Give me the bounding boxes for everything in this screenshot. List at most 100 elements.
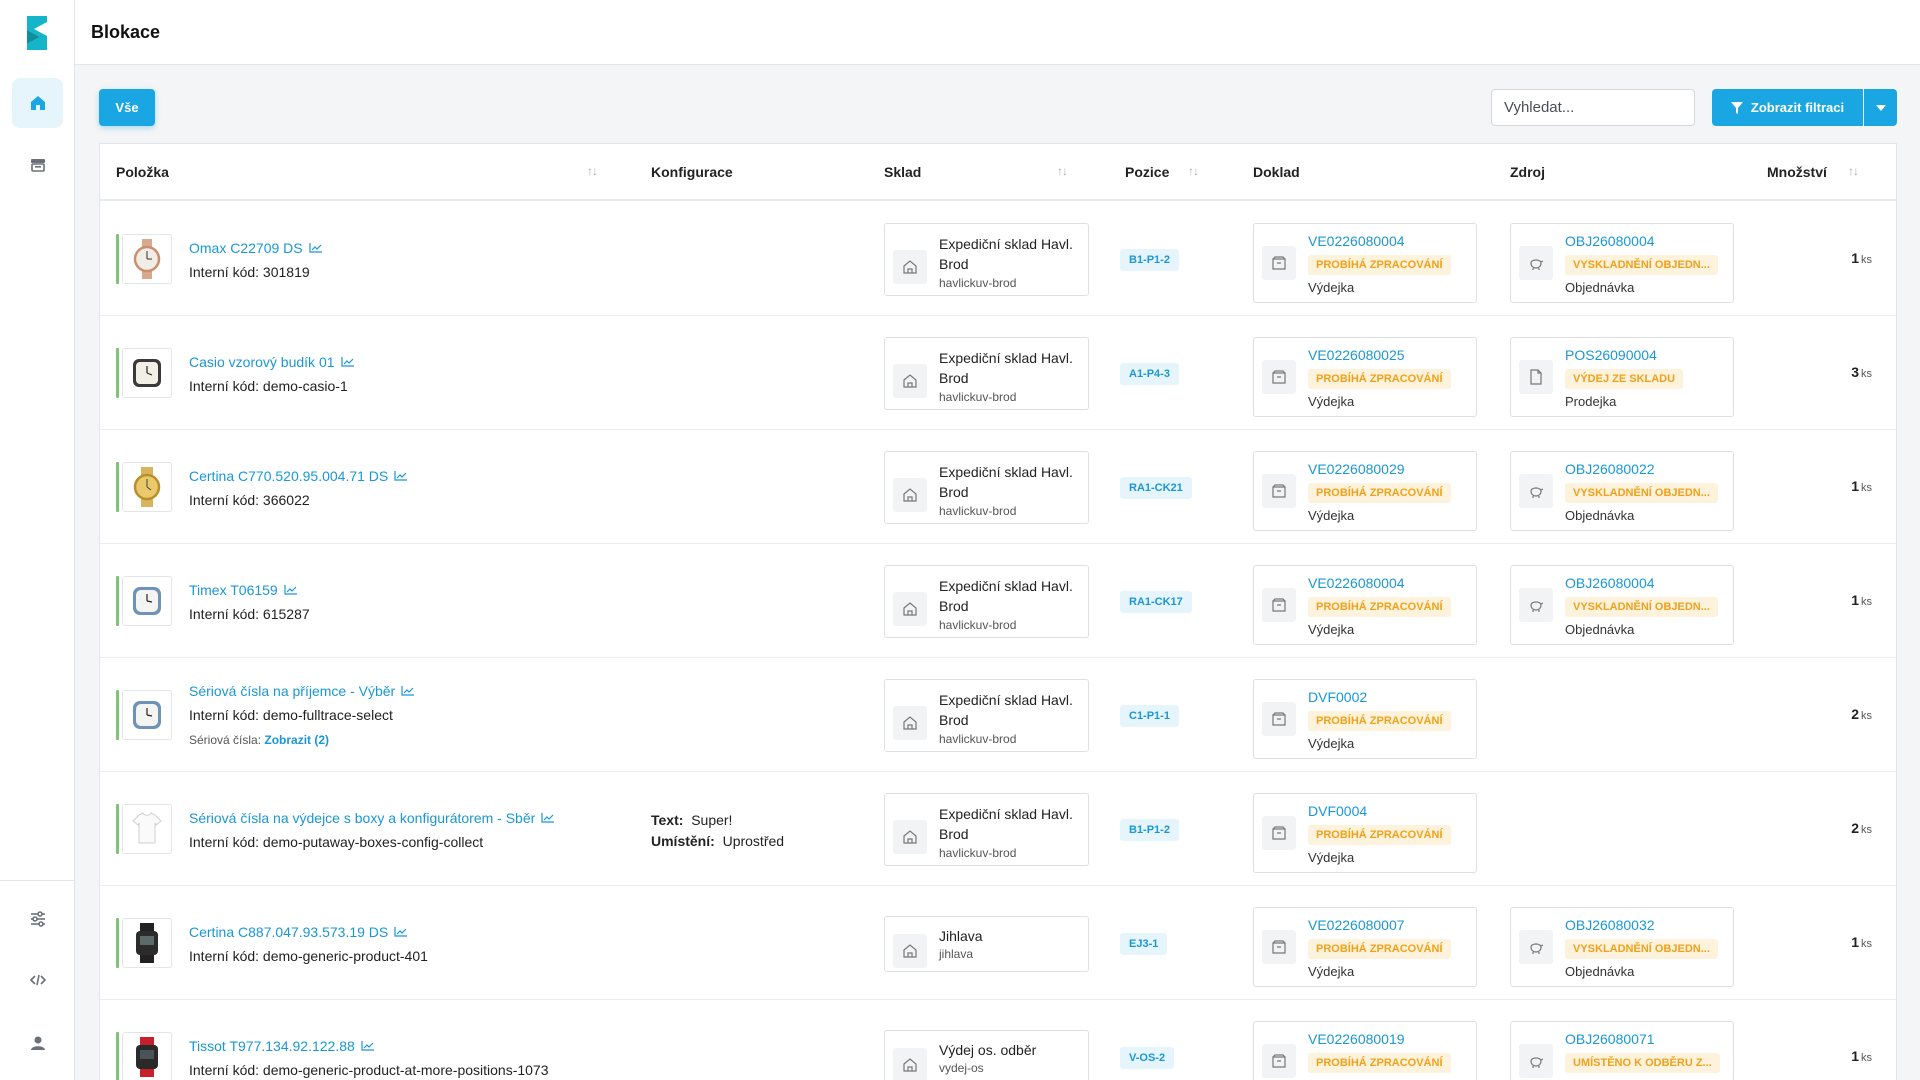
warehouse-card[interactable]: Expediční sklad Havl. Brod havlickuv-bro… [884,337,1089,410]
sort-position-icon[interactable]: ↑↓ [1188,164,1199,178]
search-input[interactable] [1491,89,1695,126]
col-position[interactable]: Pozice [1125,164,1169,180]
show-filter-button[interactable]: Zobrazit filtraci [1712,89,1863,126]
trend-chart-icon[interactable] [394,471,408,481]
house-icon [903,716,917,730]
sort-quantity-icon[interactable]: ↑↓ [1848,164,1859,178]
source-card[interactable]: OBJ26080071 UMÍSTĚNO K ODBĚRU Z... Objed… [1510,1021,1734,1080]
document-number[interactable]: DVF0002 [1308,689,1367,705]
product-image[interactable] [122,1032,172,1080]
product-link[interactable]: Tissot T977.134.92.122.88 [189,1038,375,1054]
source-card[interactable]: OBJ26080004 VYSKLADNĚNÍ OBJEDN... Objedn… [1510,565,1734,645]
sort-warehouse-icon[interactable]: ↑↓ [1057,164,1068,178]
sidebar-item-developer[interactable] [12,955,63,1005]
document-card[interactable]: VE0226080029 PROBÍHÁ ZPRACOVÁNÍ Výdejka [1253,451,1477,531]
document-number[interactable]: DVF0004 [1308,803,1367,819]
source-number[interactable]: POS26090004 [1565,347,1657,363]
quantity: 1 ks [1851,1048,1872,1064]
document-icon-box [1262,360,1296,394]
product-link[interactable]: Casio vzorový budík 01 [189,354,355,370]
source-card[interactable]: OBJ26080032 VYSKLADNĚNÍ OBJEDN... Objedn… [1510,907,1734,987]
product-image[interactable] [122,804,172,854]
trend-chart-icon[interactable] [309,243,323,253]
product-image[interactable] [122,462,172,512]
product-link[interactable]: Certina C770.520.95.004.71 DS [189,468,408,484]
document-card[interactable]: DVF0004 PROBÍHÁ ZPRACOVÁNÍ Výdejka [1253,793,1477,873]
document-card[interactable]: VE0226080004 PROBÍHÁ ZPRACOVÁNÍ Výdejka [1253,565,1477,645]
config-text-value: Super! [691,812,733,828]
position-badge[interactable]: RA1-CK21 [1120,477,1192,499]
document-number[interactable]: VE0226080007 [1308,917,1405,933]
position-badge[interactable]: B1-P1-2 [1120,249,1179,271]
document-card[interactable]: VE0226080007 PROBÍHÁ ZPRACOVÁNÍ Výdejka [1253,907,1477,987]
document-card[interactable]: DVF0002 PROBÍHÁ ZPRACOVÁNÍ Výdejka [1253,679,1477,759]
warehouse-icon [30,159,45,172]
product-image[interactable] [122,690,172,740]
position-badge[interactable]: A1-P4-3 [1120,363,1179,385]
col-item[interactable]: Položka [116,164,169,180]
document-card[interactable]: VE0226080004 PROBÍHÁ ZPRACOVÁNÍ Výdejka [1253,223,1477,303]
trend-chart-icon[interactable] [394,927,408,937]
position-badge[interactable]: RA1-CK17 [1120,591,1192,613]
product-image[interactable] [122,234,172,284]
quantity-unit: ks [1861,596,1872,608]
warehouse-card[interactable]: Expediční sklad Havl. Brod havlickuv-bro… [884,565,1089,638]
sidebar-item-user[interactable] [12,1018,63,1068]
document-number[interactable]: VE0226080004 [1308,575,1405,591]
app-logo[interactable] [24,14,50,52]
product-code: Interní kód: demo-putaway-boxes-config-c… [189,834,484,850]
source-number[interactable]: OBJ26080022 [1565,461,1655,477]
document-number[interactable]: VE0226080025 [1308,347,1405,363]
warehouse-icon-box [893,250,927,284]
trend-chart-icon[interactable] [284,585,298,595]
product-link[interactable]: Sériová čísla na příjemce - Výběr [189,683,415,699]
product-link[interactable]: Omax C22709 DS [189,240,323,256]
warehouse-card[interactable]: Jihlava jihlava [884,916,1089,972]
document-number[interactable]: VE0226080019 [1308,1031,1405,1047]
warehouse-card[interactable]: Expediční sklad Havl. Brod havlickuv-bro… [884,223,1089,296]
warehouse-card[interactable]: Výdej os. odběr vydej-os [884,1030,1089,1080]
position-badge[interactable]: EJ3-1 [1120,933,1168,955]
product-image[interactable] [122,348,172,398]
product-image[interactable] [122,918,172,968]
document-number[interactable]: VE0226080029 [1308,461,1405,477]
source-number[interactable]: OBJ26080071 [1565,1031,1655,1047]
trend-chart-icon[interactable] [340,357,355,367]
position-badge[interactable]: V-OS-2 [1120,1047,1175,1069]
document-card[interactable]: VE0226080019 PROBÍHÁ ZPRACOVÁNÍ Výdejka [1253,1021,1477,1080]
position-badge[interactable]: C1-P1-1 [1120,705,1179,727]
product-link[interactable]: Certina C887.047.93.573.19 DS [189,924,408,940]
source-card[interactable]: POS26090004 VÝDEJ ZE SKLADU Prodejka [1510,337,1734,417]
sidebar-item-warehouse[interactable] [12,140,63,190]
trend-chart-icon[interactable] [541,813,555,823]
source-number[interactable]: OBJ26080032 [1565,917,1655,933]
trend-chart-icon[interactable] [361,1041,375,1051]
filter-dropdown-button[interactable] [1864,89,1897,126]
show-serials-link[interactable]: Zobrazit (2) [264,733,329,747]
sort-item-icon[interactable]: ↑↓ [587,164,598,178]
document-icon-box [1262,702,1296,736]
col-quantity[interactable]: Množství [1767,164,1827,180]
col-warehouse[interactable]: Sklad [884,164,921,180]
document-card[interactable]: VE0226080025 PROBÍHÁ ZPRACOVÁNÍ Výdejka [1253,337,1477,417]
document-number[interactable]: VE0226080004 [1308,233,1405,249]
warehouse-card[interactable]: Expediční sklad Havl. Brod havlickuv-bro… [884,451,1089,524]
product-link[interactable]: Timex T06159 [189,582,298,598]
warehouse-card[interactable]: Expediční sklad Havl. Brod havlickuv-bro… [884,793,1089,866]
position-badge[interactable]: B1-P1-2 [1120,819,1179,841]
sidebar-item-settings[interactable] [12,894,63,944]
table-row: Omax C22709 DS Interní kód: 301819 Exped… [100,202,1896,316]
product-link[interactable]: Sériová čísla na výdejce s boxy a konfig… [189,810,555,826]
quantity-value: 1 [1851,934,1859,950]
product-image[interactable] [122,576,172,626]
source-number[interactable]: OBJ26080004 [1565,233,1655,249]
source-number[interactable]: OBJ26080004 [1565,575,1655,591]
filter-all-button[interactable]: Vše [99,89,155,126]
warehouse-card[interactable]: Expediční sklad Havl. Brod havlickuv-bro… [884,679,1089,752]
trend-chart-icon[interactable] [401,686,415,696]
warehouse-icon-box [893,934,927,968]
source-card[interactable]: OBJ26080022 VYSKLADNĚNÍ OBJEDN... Objedn… [1510,451,1734,531]
table-row: Timex T06159 Interní kód: 615287 Expedič… [100,544,1896,658]
source-card[interactable]: OBJ26080004 VYSKLADNĚNÍ OBJEDN... Objedn… [1510,223,1734,303]
sidebar-item-home[interactable] [12,78,63,128]
